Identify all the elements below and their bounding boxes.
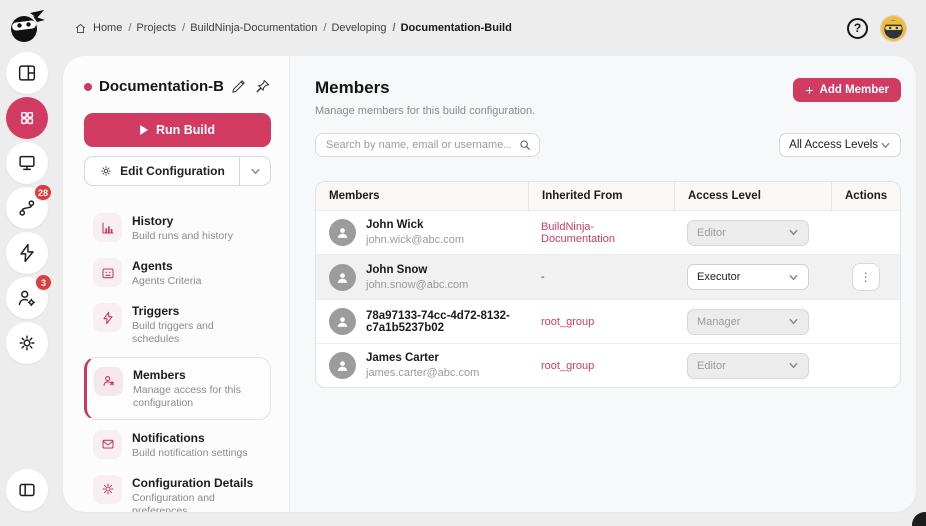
- projects-grid-icon[interactable]: [6, 97, 48, 139]
- member-email: john.wick@abc.com: [366, 234, 464, 246]
- help-icon[interactable]: ?: [847, 17, 868, 39]
- member-avatar: [329, 308, 356, 335]
- sidebar-item-configuration-details[interactable]: Configuration Details Configuration and …: [84, 470, 271, 512]
- member-email: john.snow@abc.com: [366, 278, 469, 291]
- member-name: John Wick: [366, 219, 424, 231]
- table-row: John Snow john.snow@abc.com - Executor ⋮: [316, 254, 901, 299]
- chevron-down-icon: [251, 168, 259, 174]
- user-avatar[interactable]: [880, 14, 907, 42]
- sidebar-item-members[interactable]: Members Manage access for this configura…: [84, 356, 271, 420]
- lightning-icon[interactable]: [6, 232, 48, 274]
- page-title: Members: [315, 78, 390, 97]
- sidebar-item-triggers[interactable]: Triggers Build triggers and schedules: [84, 298, 271, 351]
- pin-icon[interactable]: [254, 78, 271, 95]
- search-icon: [518, 138, 532, 152]
- breadcrumb-current: Documentation-Build: [391, 22, 512, 34]
- breadcrumb-subproject[interactable]: Developing: [321, 22, 386, 34]
- col-inherited-from: Inherited From: [528, 182, 674, 210]
- add-member-button[interactable]: + Add Member: [793, 78, 902, 102]
- row-actions-kebab[interactable]: ⋮: [851, 263, 880, 291]
- breadcrumb-projects[interactable]: Projects: [126, 22, 176, 34]
- agents-icon: [93, 258, 122, 288]
- table-row: John Wick john.wick@abc.com BuildNinja-D…: [316, 210, 901, 254]
- members-table: Members Inherited From Access Level Acti…: [315, 181, 902, 388]
- run-build-button[interactable]: Run Build: [84, 113, 271, 147]
- search-input[interactable]: [315, 133, 540, 157]
- sidebar-item-history[interactable]: History Build runs and history: [84, 208, 271, 248]
- corner-widget-peek[interactable]: [912, 512, 926, 526]
- edit-pencil-icon[interactable]: [230, 78, 247, 95]
- chevron-down-icon: [788, 360, 799, 371]
- edit-configuration-dropdown[interactable]: [239, 157, 270, 185]
- access-level-filter[interactable]: All Access Levels: [779, 133, 902, 157]
- member-avatar: [329, 352, 356, 379]
- member-name: John Snow: [366, 263, 428, 276]
- config-nav: History Build runs and history Agents Ag…: [84, 208, 271, 512]
- status-dot: [84, 82, 92, 91]
- play-icon: [139, 125, 148, 135]
- table-header-row: Members Inherited From Access Level Acti…: [316, 182, 901, 210]
- vcs-badge: 28: [33, 184, 52, 201]
- sidebar-item-agents[interactable]: Agents Agents Criteria: [84, 253, 271, 293]
- left-rail: 28 3: [0, 0, 54, 526]
- inherited-from-link[interactable]: root_group: [528, 308, 674, 336]
- chevron-down-icon: [880, 140, 891, 151]
- col-actions: Actions: [831, 182, 900, 210]
- user-gear-icon[interactable]: 3: [6, 274, 52, 319]
- inherited-from-value: -: [541, 271, 545, 283]
- monitor-icon[interactable]: [6, 142, 48, 184]
- plus-icon: +: [805, 82, 814, 98]
- collapse-sidebar-icon[interactable]: [6, 469, 48, 511]
- build-config-sidebar: Documentation-Bu... Run Build Edit Confi…: [63, 56, 290, 512]
- member-email: james.carter@abc.com: [366, 367, 480, 379]
- config-title: Documentation-Bu...: [99, 78, 223, 95]
- member-avatar: [329, 263, 356, 291]
- sidebar-item-notifications[interactable]: Notifications Build notification setting…: [84, 425, 271, 465]
- table-row: 78a97133-74cc-4d72-8132-c7a1b5237b02 roo…: [316, 299, 901, 343]
- chevron-down-icon: [788, 316, 799, 327]
- member-name: James Carter: [366, 352, 439, 364]
- breadcrumb-project[interactable]: BuildNinja-Documentation: [180, 22, 317, 34]
- history-chart-icon: [93, 213, 122, 242]
- app-logo[interactable]: [7, 8, 47, 46]
- dashboard-layout-icon[interactable]: [6, 52, 48, 94]
- triggers-lightning-icon: [93, 303, 122, 333]
- access-level-select: Manager: [687, 308, 809, 335]
- content-card: Documentation-Bu... Run Build Edit Confi…: [63, 56, 916, 512]
- home-icon: [75, 23, 86, 33]
- members-panel: Members Manage members for this build co…: [290, 56, 916, 512]
- access-level-select: Editor: [687, 352, 809, 379]
- gear-icon: [101, 166, 111, 176]
- member-name: 78a97133-74cc-4d72-8132-c7a1b5237b02: [366, 309, 510, 334]
- col-access-level: Access Level: [674, 182, 831, 210]
- breadcrumb: Home Projects BuildNinja-Documentation D…: [63, 22, 512, 35]
- inherited-from-link[interactable]: root_group: [528, 352, 674, 380]
- members-icon: [94, 366, 123, 396]
- vcs-branch-icon[interactable]: 28: [6, 184, 52, 229]
- chevron-down-icon: [788, 227, 799, 238]
- notifications-mail-icon: [93, 429, 122, 459]
- configuration-gear-icon: [93, 474, 122, 504]
- access-level-select: Editor: [687, 219, 809, 246]
- edit-configuration-button[interactable]: Edit Configuration: [84, 156, 271, 186]
- access-level-select[interactable]: Executor: [687, 264, 809, 290]
- user-badge: 3: [35, 274, 52, 291]
- topbar: Home Projects BuildNinja-Documentation D…: [63, 0, 926, 56]
- col-members: Members: [329, 190, 380, 202]
- page-subtitle: Manage members for this build configurat…: [315, 105, 536, 117]
- settings-gear-icon[interactable]: [6, 322, 48, 364]
- breadcrumb-home[interactable]: Home: [93, 22, 122, 34]
- chevron-down-icon: [788, 272, 799, 283]
- inherited-from-link[interactable]: BuildNinja-Documentation: [528, 213, 674, 253]
- member-avatar: [329, 219, 356, 246]
- table-row: James Carter james.carter@abc.com root_g…: [316, 343, 901, 387]
